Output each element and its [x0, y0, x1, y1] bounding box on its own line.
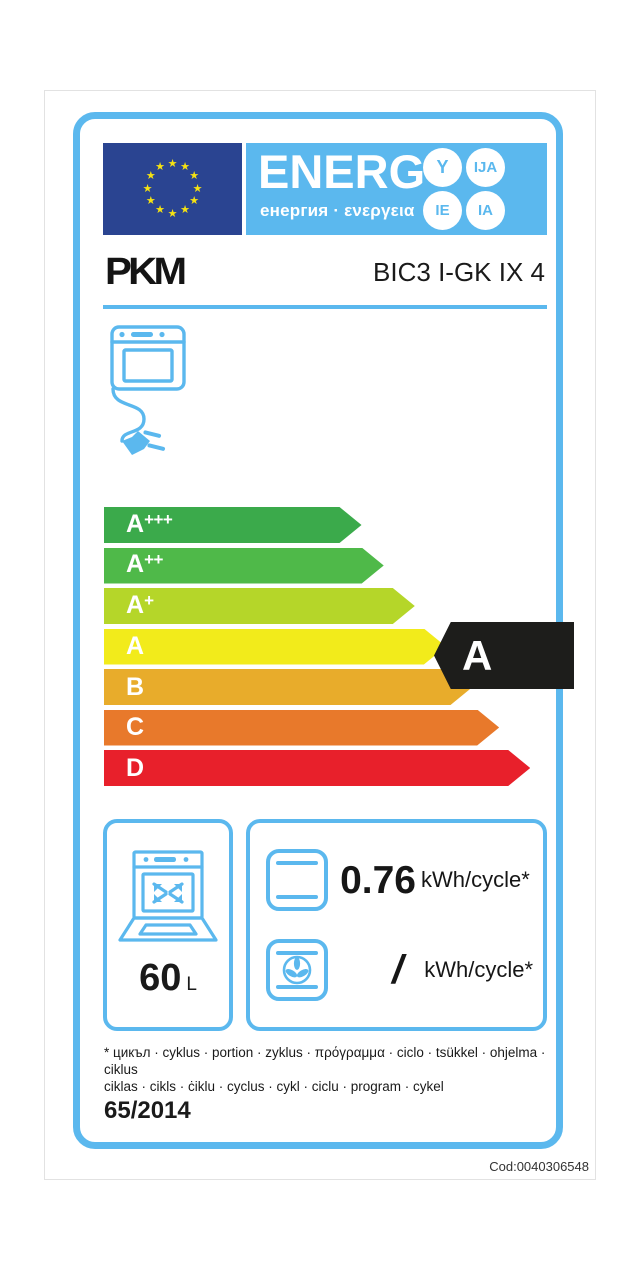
energy-class-bar: C	[104, 709, 500, 746]
energy-class-row: C	[104, 709, 548, 746]
eu-star-icon: ★	[142, 182, 153, 195]
eu-star-icon: ★	[155, 160, 165, 173]
oven-capacity-icon	[116, 846, 220, 951]
energy-class-plus: ++	[144, 550, 163, 569]
lang-circle-ija: IJA	[466, 148, 505, 187]
energy-class-bar: A	[104, 628, 446, 665]
model-name: BIC3 I-GK IX 4	[373, 257, 545, 287]
brand-divider	[103, 305, 547, 309]
energy-rating-arrow: A	[434, 622, 574, 689]
regulation-number: 65/2014	[104, 1097, 191, 1124]
product-code: Cod:0040306548	[489, 1159, 589, 1174]
energy-class-label: A+++	[126, 509, 173, 538]
eu-star-icon: ★	[145, 195, 156, 207]
energy-class-label: A	[126, 632, 145, 660]
energy-class-label: A++	[126, 550, 163, 578]
conventional-mode-row: 0.76 kWh/cycle*	[264, 839, 533, 921]
energ-wordmark: ENERG	[258, 145, 426, 198]
footnote: * цикъл · cyklus · portion · zyklus · πρ…	[104, 1044, 552, 1095]
lang-circle-ia: IA	[466, 191, 505, 230]
eu-star-icon: ★	[189, 170, 200, 182]
energy-label-page: ★ ★ ★ ★ ★ ★ ★ ★ ★ ★ ★ ★ ENERG енергия · ενεργεια Y …	[0, 0, 639, 1280]
brand-row: PKM BIC3 I-GK IX 4	[103, 251, 547, 299]
fan-forced-value: /	[392, 947, 404, 992]
volume-unit: L	[186, 974, 197, 995]
energy-class-label: B	[126, 672, 145, 701]
brand-logo: PKM	[105, 251, 187, 293]
energ-banner: ENERG енергия · ενεργεια Y IJA IE IA	[246, 143, 547, 235]
energy-class-bar: D	[104, 750, 531, 786]
fan-forced-mode-row: / kWh/cycle*	[264, 929, 533, 1011]
energy-class-plus: +	[144, 590, 154, 610]
eu-star-icon: ★	[167, 207, 178, 220]
volume-value: 60	[139, 957, 182, 999]
conventional-unit: kWh/cycle*	[420, 867, 530, 892]
volume-box: 60 L	[103, 819, 234, 1031]
energy-class-row: A+	[104, 588, 548, 624]
energy-class-bar: A+++	[104, 507, 362, 543]
energy-class-row: D	[104, 750, 548, 786]
lang-circle-y: Y	[423, 148, 462, 187]
energy-class-label: A+	[126, 590, 154, 619]
eu-flag-icon: ★ ★ ★ ★ ★ ★ ★ ★ ★ ★ ★ ★	[103, 143, 242, 235]
oven-with-plug-icon	[100, 317, 220, 467]
lang-circle-ie: IE	[423, 191, 462, 230]
fan-forced-unit: kWh/cycle*	[424, 957, 533, 982]
language-circles: Y IJA IE IA	[423, 148, 541, 230]
energy-class-bar: A+	[104, 588, 415, 624]
volume-value-row: 60 L	[139, 959, 197, 1004]
energy-class-scale: A+++ A++ A+ A B C D A	[104, 507, 574, 790]
energy-class-row: A+++	[104, 507, 548, 543]
conventional-value: 0.76	[340, 858, 416, 902]
conventional-oven-icon	[264, 847, 330, 913]
energy-class-label: C	[126, 713, 145, 741]
energy-class-label: D	[126, 753, 145, 782]
energy-class-row: A++	[104, 547, 548, 584]
energy-class-plus: +++	[144, 509, 173, 529]
energ-subtitle: енергия · ενεργεια	[260, 201, 415, 220]
eu-star-icon: ★	[167, 157, 178, 170]
energy-class-bar: B	[104, 669, 473, 705]
footnote-line-1: * цикъл · cyklus · portion · zyklus · πρ…	[104, 1045, 546, 1077]
eu-star-icon: ★	[180, 204, 190, 217]
energy-consumption-box: 0.76 kWh/cycle* / kWh/cycle*	[246, 819, 547, 1031]
energy-rating-letter: A	[462, 631, 493, 679]
fan-forced-oven-icon	[264, 937, 330, 1003]
energy-label-frame: ★ ★ ★ ★ ★ ★ ★ ★ ★ ★ ★ ★ ENERG енергия · ενεργεια Y …	[73, 112, 574, 1149]
footnote-line-2: ciklas · cikls · ċiklu · cyclus · cykl ·…	[104, 1079, 444, 1094]
energy-class-bar: A++	[104, 547, 384, 584]
eu-star-icon: ★	[192, 182, 203, 195]
info-boxes: 60 L 0.76 kWh/cycle* / kWh/cycle*	[103, 819, 547, 1031]
label-header: ★ ★ ★ ★ ★ ★ ★ ★ ★ ★ ★ ★ ENERG енергия · ενεργεια Y …	[103, 143, 547, 235]
